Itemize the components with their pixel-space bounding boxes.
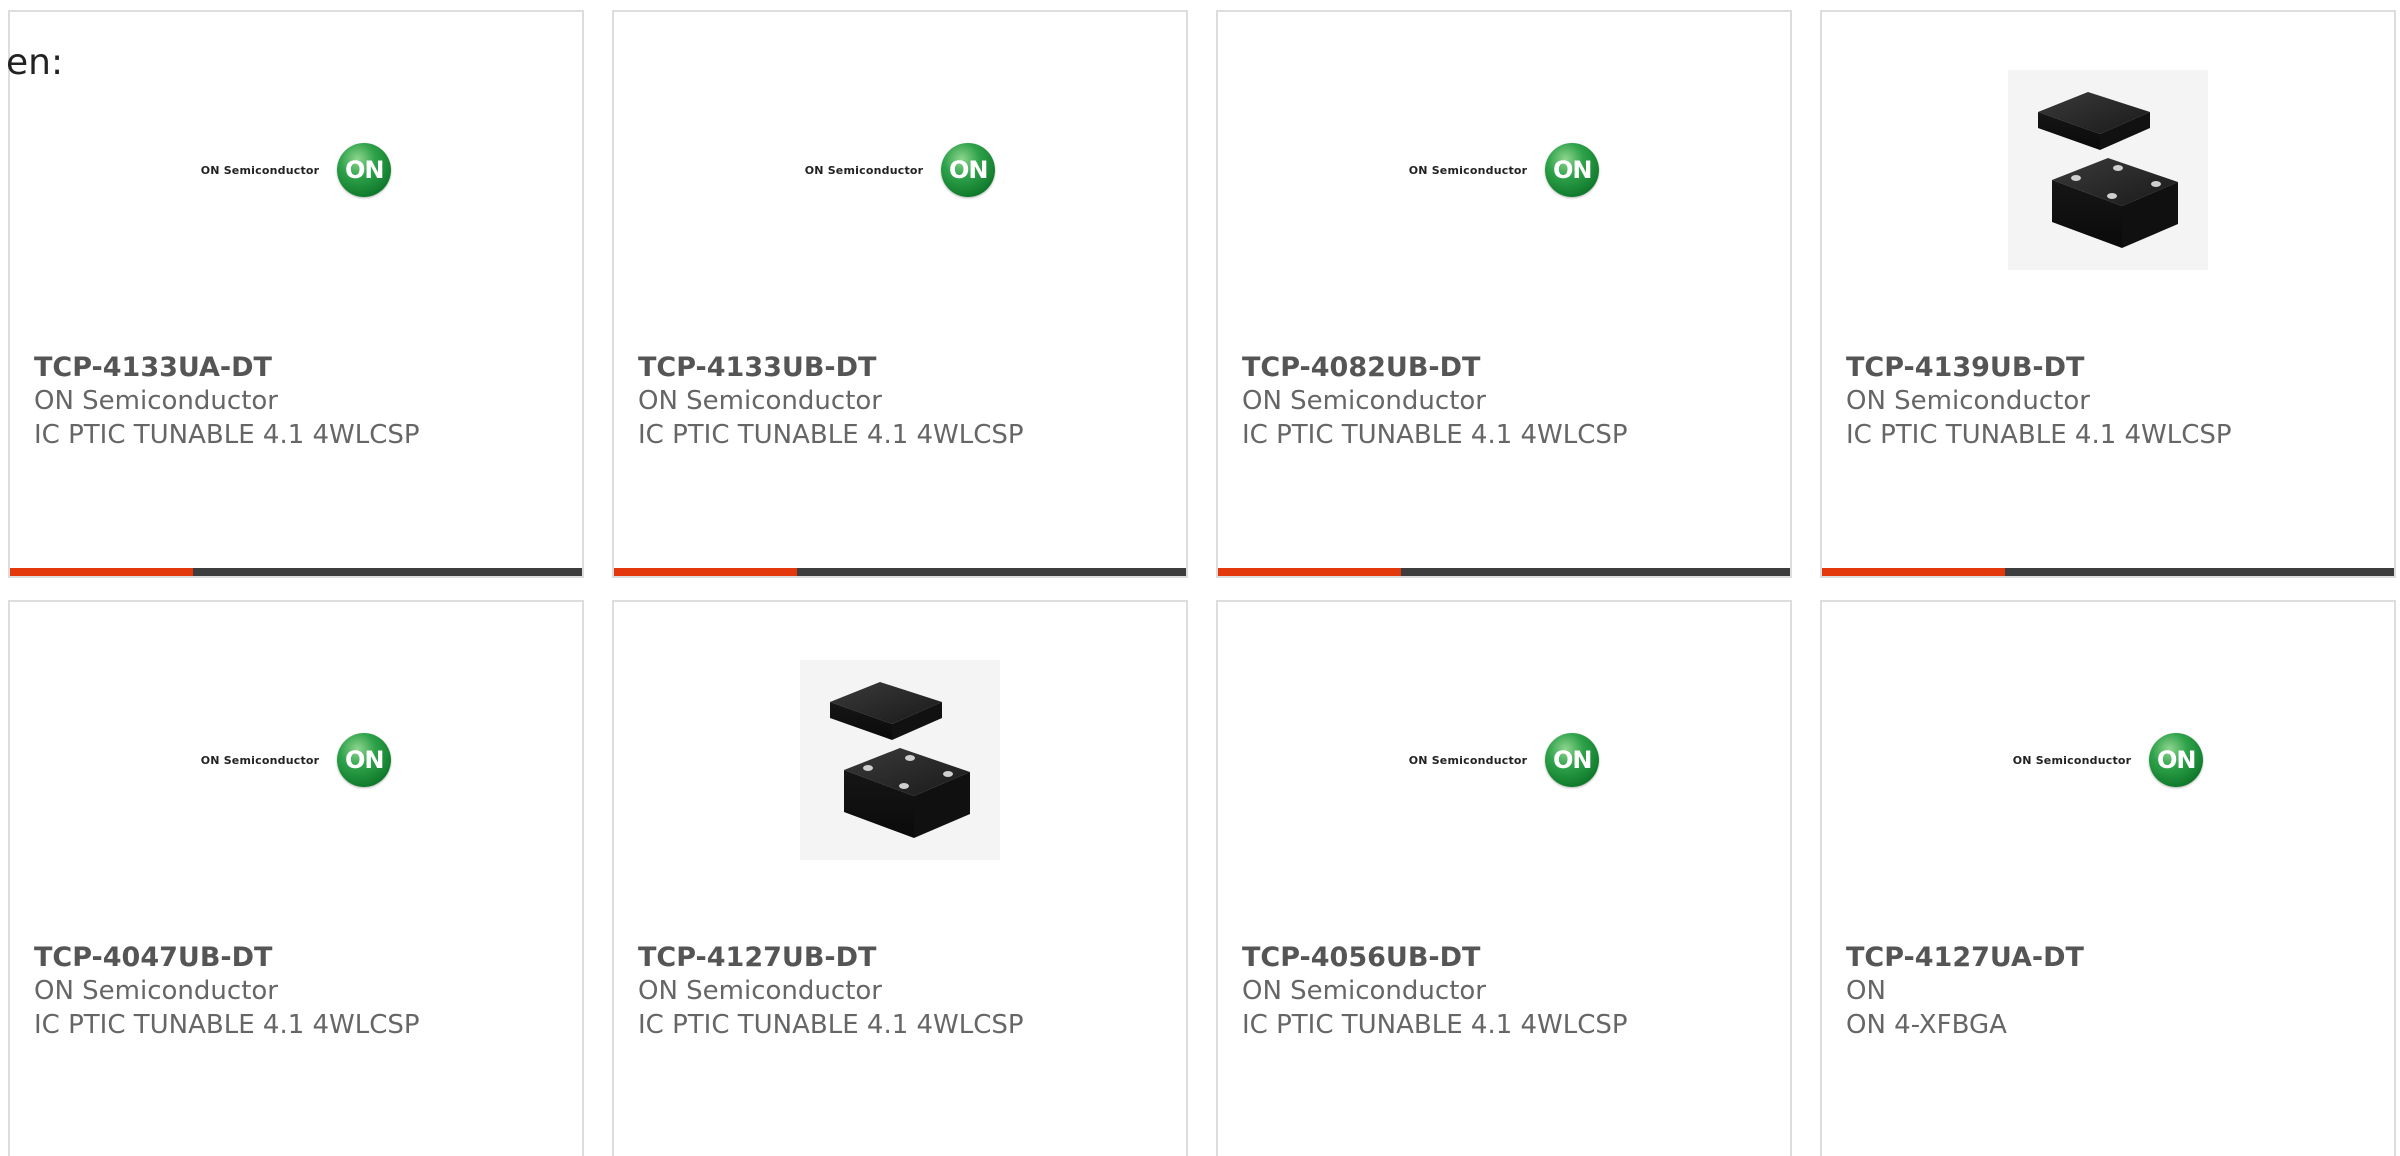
manufacturer-name: ON Semiconductor (1846, 386, 2090, 416)
product-description: IC PTIC TUNABLE 4.1 4WLCSP (34, 420, 420, 450)
manufacturer-name: ON Semiconductor (34, 386, 278, 416)
on-badge-icon: ON (941, 143, 996, 197)
part-number-link[interactable]: TCP-4127UB-DT (638, 942, 876, 973)
part-number-link[interactable]: TCP-4133UB-DT (638, 352, 876, 383)
progress-fill (1822, 568, 2006, 576)
on-semiconductor-logo: ON Semiconductor ON (1409, 733, 1600, 787)
on-semiconductor-logo: ON Semiconductor ON (2013, 733, 2204, 787)
logo-wordmark: ON Semiconductor (1408, 163, 1528, 177)
logo-wordmark: ON Semiconductor (804, 163, 924, 177)
part-number-link[interactable]: TCP-4133UA-DT (34, 352, 272, 383)
on-semiconductor-logo: ON Semiconductor ON (201, 733, 392, 787)
product-card[interactable]: TCP-4127UB-DT ON Semiconductor IC PTIC T… (612, 600, 1188, 1156)
manufacturer-name: ON Semiconductor (638, 976, 882, 1006)
part-number-link[interactable]: TCP-4056UB-DT (1242, 942, 1480, 973)
part-number-link[interactable]: TCP-4127UA-DT (1846, 942, 2084, 973)
on-badge-icon: ON (1545, 143, 1600, 197)
product-image[interactable] (614, 660, 1186, 860)
part-number-link[interactable]: TCP-4082UB-DT (1242, 352, 1480, 383)
product-card[interactable]: ON Semiconductor ON TCP-4133UB-DT ON Sem… (612, 10, 1188, 578)
product-description: IC PTIC TUNABLE 4.1 4WLCSP (638, 420, 1024, 450)
product-card[interactable]: ON Semiconductor ON TCP-4133UA-DT ON Sem… (8, 10, 584, 578)
progress-fill (10, 568, 194, 576)
product-description: IC PTIC TUNABLE 4.1 4WLCSP (1242, 420, 1628, 450)
chip-package-image (2008, 70, 2208, 270)
product-image[interactable]: ON Semiconductor ON (1218, 70, 1790, 270)
product-image[interactable]: ON Semiconductor ON (1822, 660, 2394, 860)
part-number-link[interactable]: TCP-4139UB-DT (1846, 352, 2084, 383)
on-badge-icon: ON (337, 143, 392, 197)
product-description: IC PTIC TUNABLE 4.1 4WLCSP (638, 1010, 1024, 1040)
product-image[interactable] (1822, 70, 2394, 270)
page-label: en: (6, 42, 64, 83)
on-semiconductor-logo: ON Semiconductor ON (805, 143, 996, 197)
progress-bar (614, 568, 1186, 576)
progress-fill (614, 568, 798, 576)
on-badge-icon: ON (2149, 733, 2204, 787)
manufacturer-name: ON Semiconductor (1242, 976, 1486, 1006)
manufacturer-name: ON Semiconductor (1242, 386, 1486, 416)
chip-package-image (800, 660, 1000, 860)
manufacturer-name: ON (1846, 976, 1886, 1006)
product-card[interactable]: ON Semiconductor ON TCP-4082UB-DT ON Sem… (1216, 10, 1792, 578)
product-grid: ON Semiconductor ON TCP-4133UA-DT ON Sem… (8, 10, 2400, 1156)
product-description: IC PTIC TUNABLE 4.1 4WLCSP (1846, 420, 2232, 450)
product-description: IC PTIC TUNABLE 4.1 4WLCSP (34, 1010, 420, 1040)
progress-bar (10, 568, 582, 576)
product-image[interactable]: ON Semiconductor ON (10, 70, 582, 270)
product-image[interactable]: ON Semiconductor ON (10, 660, 582, 860)
product-description: ON 4-XFBGA (1846, 1010, 2007, 1040)
on-badge-icon: ON (337, 733, 392, 787)
on-semiconductor-logo: ON Semiconductor ON (201, 143, 392, 197)
progress-fill (1218, 568, 1402, 576)
on-badge-icon: ON (1545, 733, 1600, 787)
product-description: IC PTIC TUNABLE 4.1 4WLCSP (1242, 1010, 1628, 1040)
logo-wordmark: ON Semiconductor (200, 753, 320, 767)
product-card[interactable]: ON Semiconductor ON TCP-4056UB-DT ON Sem… (1216, 600, 1792, 1156)
on-semiconductor-logo: ON Semiconductor ON (1409, 143, 1600, 197)
manufacturer-name: ON Semiconductor (34, 976, 278, 1006)
logo-wordmark: ON Semiconductor (2012, 753, 2132, 767)
progress-bar (1218, 568, 1790, 576)
product-card[interactable]: ON Semiconductor ON TCP-4047UB-DT ON Sem… (8, 600, 584, 1156)
product-image[interactable]: ON Semiconductor ON (1218, 660, 1790, 860)
part-number-link[interactable]: TCP-4047UB-DT (34, 942, 272, 973)
progress-bar (1822, 568, 2394, 576)
manufacturer-name: ON Semiconductor (638, 386, 882, 416)
logo-wordmark: ON Semiconductor (1408, 753, 1528, 767)
product-card[interactable]: TCP-4139UB-DT ON Semiconductor IC PTIC T… (1820, 10, 2396, 578)
logo-wordmark: ON Semiconductor (200, 163, 320, 177)
product-card[interactable]: ON Semiconductor ON TCP-4127UA-DT ON ON … (1820, 600, 2396, 1156)
product-image[interactable]: ON Semiconductor ON (614, 70, 1186, 270)
